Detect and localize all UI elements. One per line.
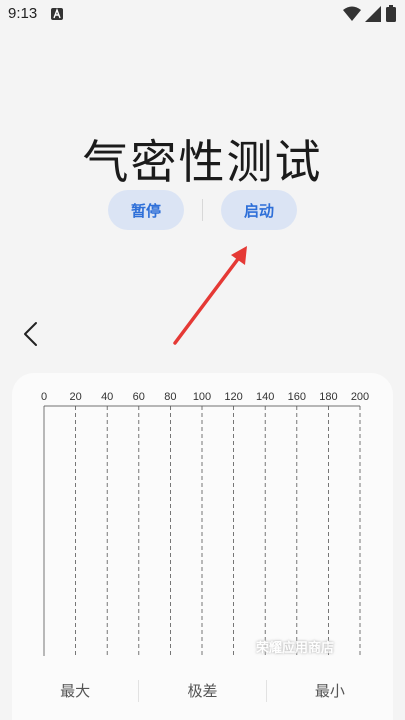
- pause-button[interactable]: 暂停: [108, 190, 184, 230]
- x-tick-label: 200: [351, 391, 369, 403]
- x-tick-label: 60: [133, 391, 145, 403]
- status-time: 9:13: [8, 5, 38, 22]
- x-tick-label: 120: [224, 391, 242, 403]
- x-tick-label: 20: [69, 391, 81, 403]
- wifi-icon: [343, 6, 361, 21]
- x-tick-label: 140: [256, 391, 274, 403]
- battery-icon: [386, 5, 396, 22]
- stat-min: 最小: [314, 682, 345, 700]
- x-tick-label: 180: [319, 391, 337, 403]
- pressure-chart: 0 20 40 60 80 100 120 140 160 180 200: [41, 391, 369, 656]
- stat-range: 极差: [187, 682, 218, 700]
- x-tick-label: 80: [164, 391, 176, 403]
- start-button[interactable]: 启动: [221, 190, 297, 230]
- cell-signal-icon: [365, 6, 381, 22]
- page-title: 气密性测试: [82, 135, 323, 189]
- x-tick-label: 40: [101, 391, 113, 403]
- red-arrow-icon: [173, 246, 247, 345]
- x-tick-label: 0: [41, 391, 47, 403]
- watermark: 荣耀应用商店: [256, 641, 335, 656]
- x-tick-label: 100: [193, 391, 211, 403]
- x-tick-label: 160: [288, 391, 306, 403]
- stats-bar: 最大 极差 最小: [12, 676, 393, 706]
- status-bar: 9:13: [0, 0, 405, 28]
- back-chevron-icon[interactable]: [20, 320, 42, 348]
- button-divider: [202, 199, 203, 221]
- chart-card: 0 20 40 60 80 100 120 140 160 180 200: [12, 373, 393, 720]
- stat-max: 最大: [60, 682, 91, 700]
- a-icon: [51, 8, 63, 20]
